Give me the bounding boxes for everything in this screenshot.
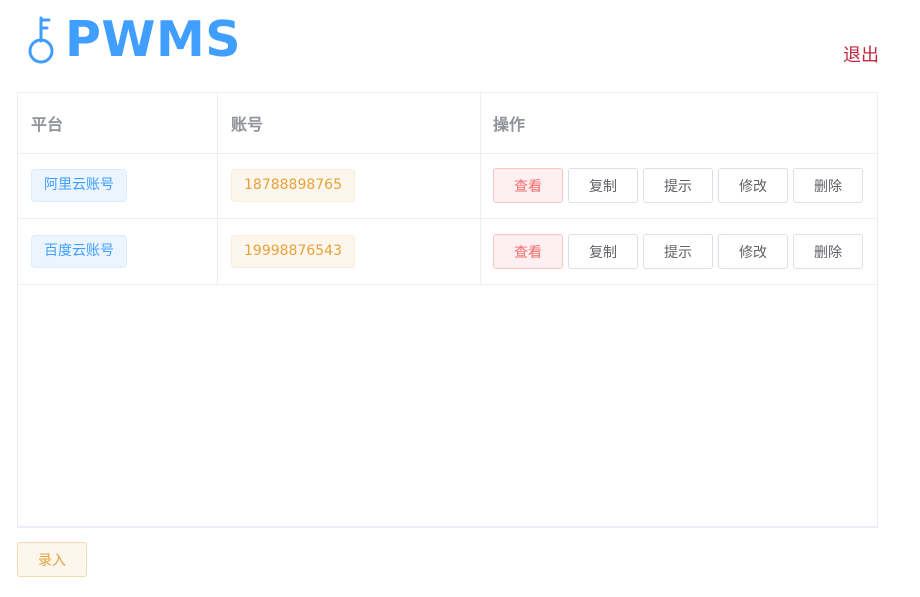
copy-button[interactable]: 复制	[568, 168, 638, 203]
account-tag: 19998876543	[231, 235, 355, 268]
delete-button[interactable]: 删除	[793, 234, 863, 269]
app-brand: PWMS	[26, 12, 241, 68]
add-entry-button[interactable]: 录入	[17, 542, 87, 577]
delete-button[interactable]: 删除	[793, 168, 863, 203]
account-tag: 18788898765	[231, 169, 355, 202]
table-header-row: 平台 账号 操作	[18, 93, 877, 154]
password-table: 平台 账号 操作 阿里云账号 18788898765 查看 复制 提示 修改 删…	[17, 92, 878, 528]
edit-button[interactable]: 修改	[718, 234, 788, 269]
copy-button[interactable]: 复制	[568, 234, 638, 269]
header-platform: 平台	[18, 93, 218, 153]
edit-button[interactable]: 修改	[718, 168, 788, 203]
logout-link[interactable]: 退出	[843, 44, 879, 68]
platform-tag: 阿里云账号	[31, 169, 127, 202]
view-button[interactable]: 查看	[493, 234, 563, 269]
table-row: 百度云账号 19998876543 查看 复制 提示 修改 删除	[18, 219, 877, 285]
hint-button[interactable]: 提示	[643, 234, 713, 269]
header-account: 账号	[218, 93, 481, 153]
table-row: 阿里云账号 18788898765 查看 复制 提示 修改 删除	[18, 153, 877, 219]
header-actions: 操作	[493, 115, 526, 134]
view-button[interactable]: 查看	[493, 168, 563, 203]
app-title: PWMS	[65, 11, 242, 68]
platform-tag: 百度云账号	[31, 235, 127, 268]
hint-button[interactable]: 提示	[643, 168, 713, 203]
key-icon	[28, 16, 54, 64]
